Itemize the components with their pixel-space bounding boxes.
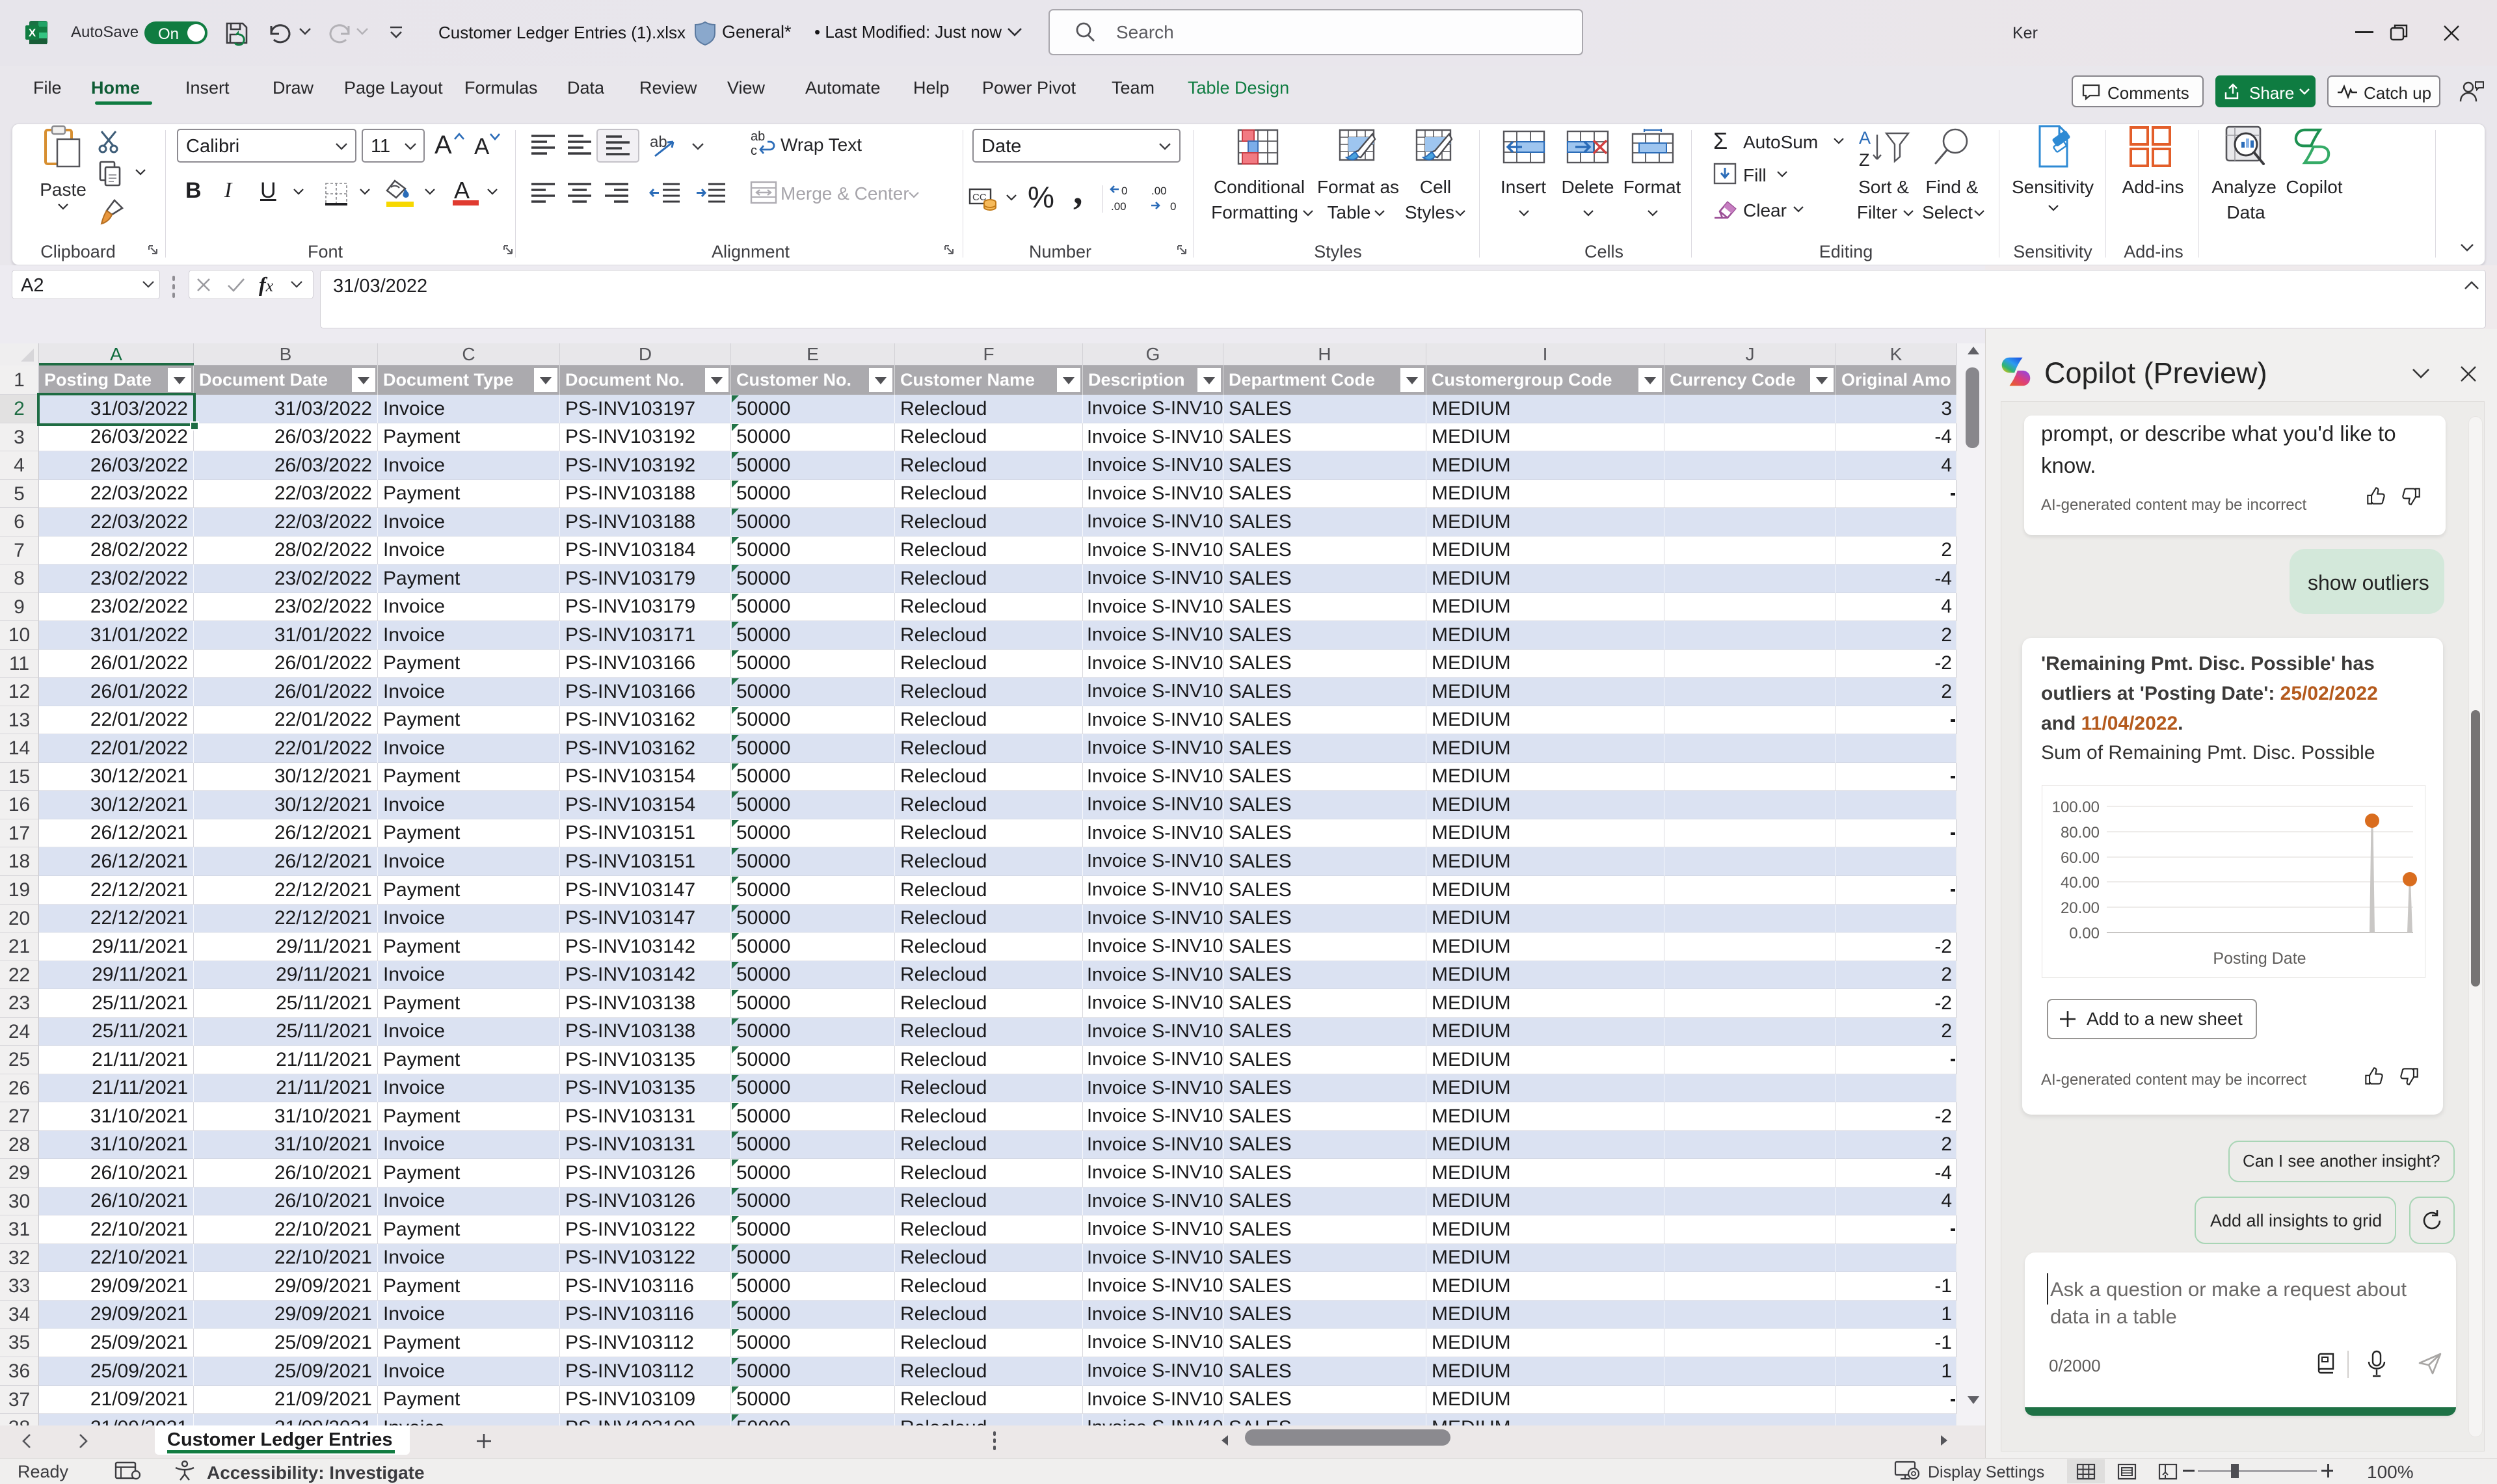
svg-text:80.00: 80.00 bbox=[2061, 824, 2100, 841]
svg-text:100.00: 100.00 bbox=[2052, 799, 2100, 816]
svg-text:ab: ab bbox=[751, 129, 765, 144]
svg-text:60.00: 60.00 bbox=[2061, 849, 2100, 867]
svg-text:20.00: 20.00 bbox=[2061, 899, 2100, 917]
svg-text:.00: .00 bbox=[1151, 185, 1167, 197]
svg-text:40.00: 40.00 bbox=[2061, 874, 2100, 892]
svg-text:0.00: 0.00 bbox=[2069, 925, 2100, 942]
svg-text:Z: Z bbox=[1859, 150, 1870, 168]
svg-text:Posting Date: Posting Date bbox=[2213, 949, 2306, 968]
svg-text:.00: .00 bbox=[1111, 200, 1127, 213]
svg-text:c: c bbox=[751, 144, 757, 157]
svg-text:A: A bbox=[1859, 128, 1871, 148]
svg-text:0: 0 bbox=[1121, 185, 1127, 197]
svg-text:X: X bbox=[29, 27, 36, 39]
svg-text:0: 0 bbox=[1170, 200, 1176, 213]
